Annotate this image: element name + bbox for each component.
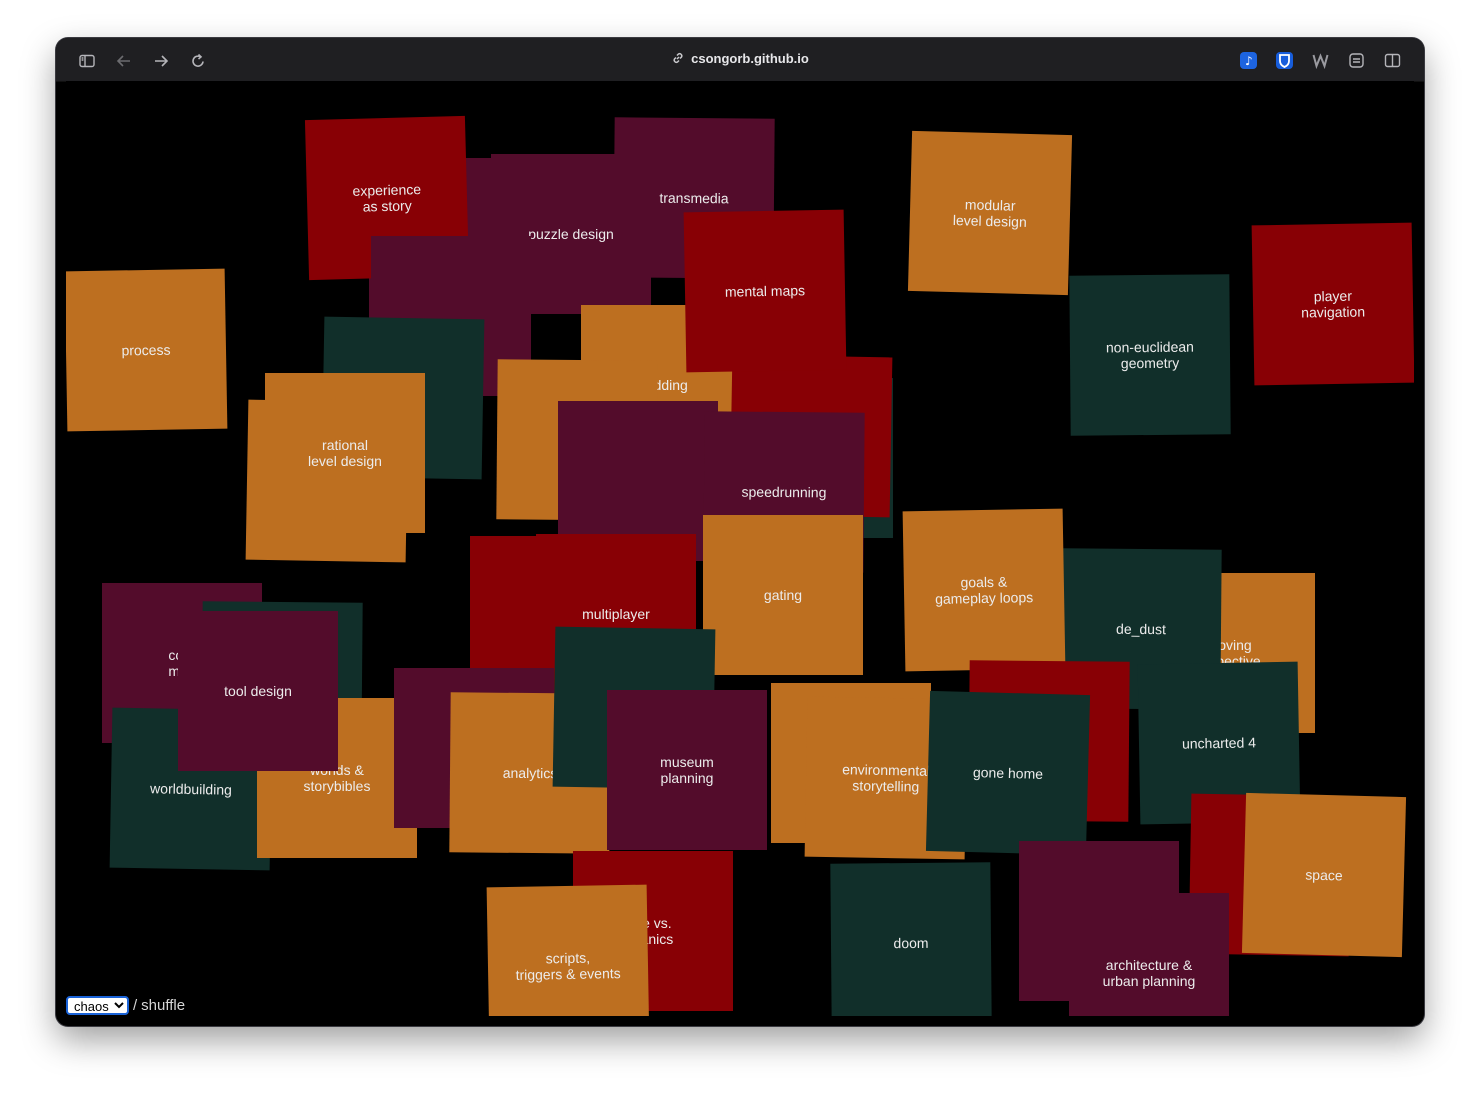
tiktok-extension-icon[interactable]: ♪ — [1240, 52, 1257, 69]
share-extension-icon[interactable] — [1348, 52, 1365, 69]
browser-window: csongorb.github.io ♪ ingexperience as st… — [56, 38, 1424, 1026]
link-icon — [671, 51, 685, 65]
svg-text:♪: ♪ — [1245, 54, 1253, 68]
mode-select[interactable]: chaos — [66, 995, 129, 1015]
topic-card[interactable]: modular level design — [907, 130, 1073, 296]
shuffle-link[interactable]: shuffle — [141, 997, 185, 1014]
topic-card[interactable]: player navigation — [1251, 222, 1414, 386]
w-extension-icon[interactable] — [1312, 52, 1329, 70]
url-text: csongorb.github.io — [691, 51, 809, 66]
topic-card[interactable]: mental maps — [683, 209, 847, 373]
topic-card[interactable]: non-euclidean geometry — [1069, 274, 1231, 436]
topic-card[interactable]: gone home — [925, 690, 1091, 856]
bitwarden-extension-icon[interactable] — [1276, 52, 1293, 69]
topic-card[interactable]: rational level design — [265, 373, 425, 533]
topic-card[interactable]: goals & gameplay loops — [902, 508, 1066, 672]
browser-toolbar: csongorb.github.io ♪ — [56, 38, 1424, 82]
topic-card[interactable]: scripts, triggers & events — [486, 884, 650, 1016]
topic-card[interactable]: museum planning — [607, 690, 767, 850]
topic-card[interactable]: process — [66, 268, 228, 432]
split-view-icon[interactable] — [1384, 52, 1401, 69]
topic-card[interactable]: doom — [830, 862, 992, 1016]
topic-card[interactable]: gating — [703, 515, 863, 675]
address-bar[interactable]: csongorb.github.io — [56, 51, 1424, 69]
separator: / — [133, 996, 138, 1014]
layout-controls: chaos / shuffle — [66, 994, 185, 1016]
topic-card[interactable]: tool design — [178, 611, 338, 771]
topic-card[interactable]: space — [1241, 792, 1407, 958]
page-content: ingexperience as storytransmediapuzzle d… — [66, 81, 1414, 1016]
topic-card[interactable]: architecture & urban planning — [1069, 893, 1229, 1016]
